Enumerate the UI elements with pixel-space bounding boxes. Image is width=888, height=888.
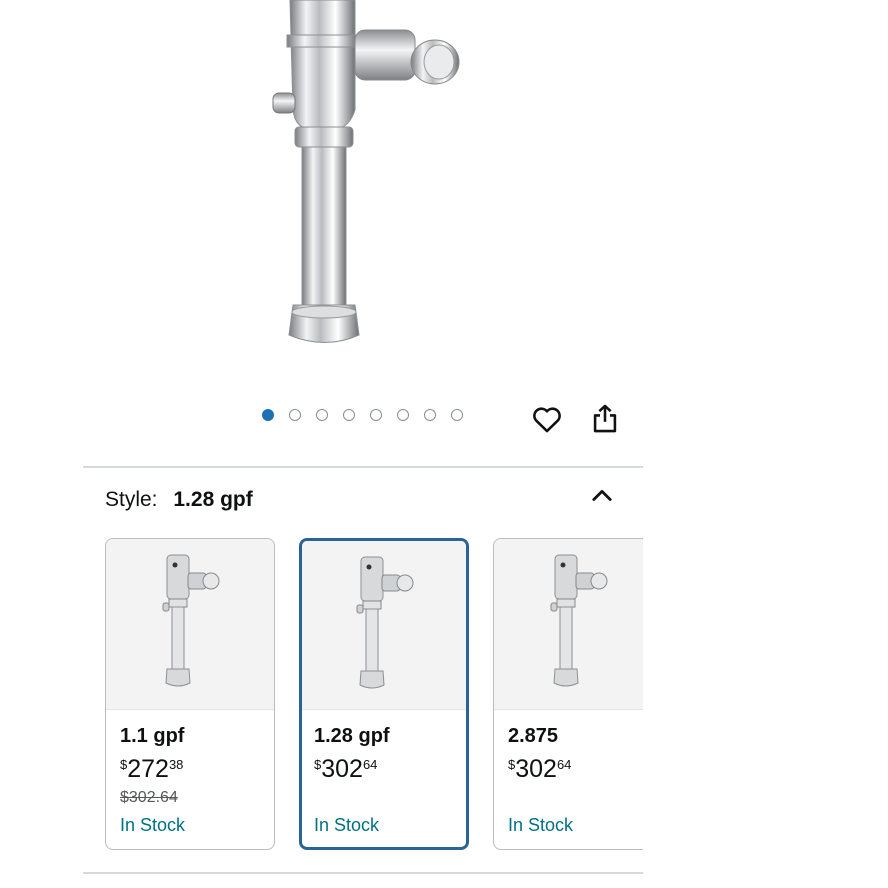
option-thumbnail bbox=[494, 539, 643, 710]
chevron-up-icon[interactable] bbox=[588, 482, 616, 510]
option-price: $30264 bbox=[314, 755, 378, 783]
pagination-dot-6[interactable] bbox=[397, 409, 409, 421]
option-availability: In Stock bbox=[314, 815, 380, 835]
flush-valve-thumbnail bbox=[550, 554, 608, 687]
option-thumbnail bbox=[302, 541, 466, 710]
option-name: 1.28 gpf bbox=[314, 725, 390, 747]
pagination-dot-5[interactable] bbox=[370, 409, 382, 421]
pagination-dot-4[interactable] bbox=[343, 409, 355, 421]
style-selected-value: 1.28 gpf bbox=[173, 488, 253, 511]
option-thumbnail bbox=[106, 539, 274, 710]
option-name: 2.875 bbox=[508, 725, 559, 747]
section-divider-bottom bbox=[83, 872, 643, 874]
pagination-dot-8[interactable] bbox=[451, 409, 463, 421]
option-price: $30264 bbox=[508, 755, 572, 783]
flush-valve-thumbnail bbox=[162, 554, 220, 687]
share-icon[interactable] bbox=[588, 402, 622, 436]
flush-valve-thumbnail bbox=[356, 556, 414, 689]
pagination-dot-1[interactable] bbox=[262, 409, 274, 421]
pagination-dot-2[interactable] bbox=[289, 409, 301, 421]
option-list-price: $302.64 bbox=[120, 789, 178, 806]
style-option-card[interactable]: 2.875 $30264 In Stock bbox=[493, 538, 643, 850]
pagination-dot-3[interactable] bbox=[316, 409, 328, 421]
option-availability: In Stock bbox=[508, 815, 574, 835]
product-main-image[interactable] bbox=[255, 0, 475, 360]
flush-valve-image bbox=[272, 0, 460, 343]
option-availability: In Stock bbox=[120, 815, 186, 835]
heart-icon[interactable] bbox=[530, 402, 564, 436]
option-name: 1.1 gpf bbox=[120, 725, 185, 747]
pagination-dot-7[interactable] bbox=[424, 409, 436, 421]
style-header: Style: 1.28 gpf bbox=[105, 488, 253, 512]
style-option-card[interactable]: 1.1 gpf $27238 $302.64 In Stock bbox=[105, 538, 275, 850]
option-price: $27238 bbox=[120, 755, 184, 783]
style-option-card-selected[interactable]: 1.28 gpf $30264 In Stock bbox=[299, 538, 469, 850]
section-divider-top bbox=[83, 466, 643, 468]
style-options-carousel[interactable]: 1.1 gpf $27238 $302.64 In Stock 1.28 gpf… bbox=[105, 537, 643, 853]
style-label: Style: bbox=[105, 488, 158, 511]
